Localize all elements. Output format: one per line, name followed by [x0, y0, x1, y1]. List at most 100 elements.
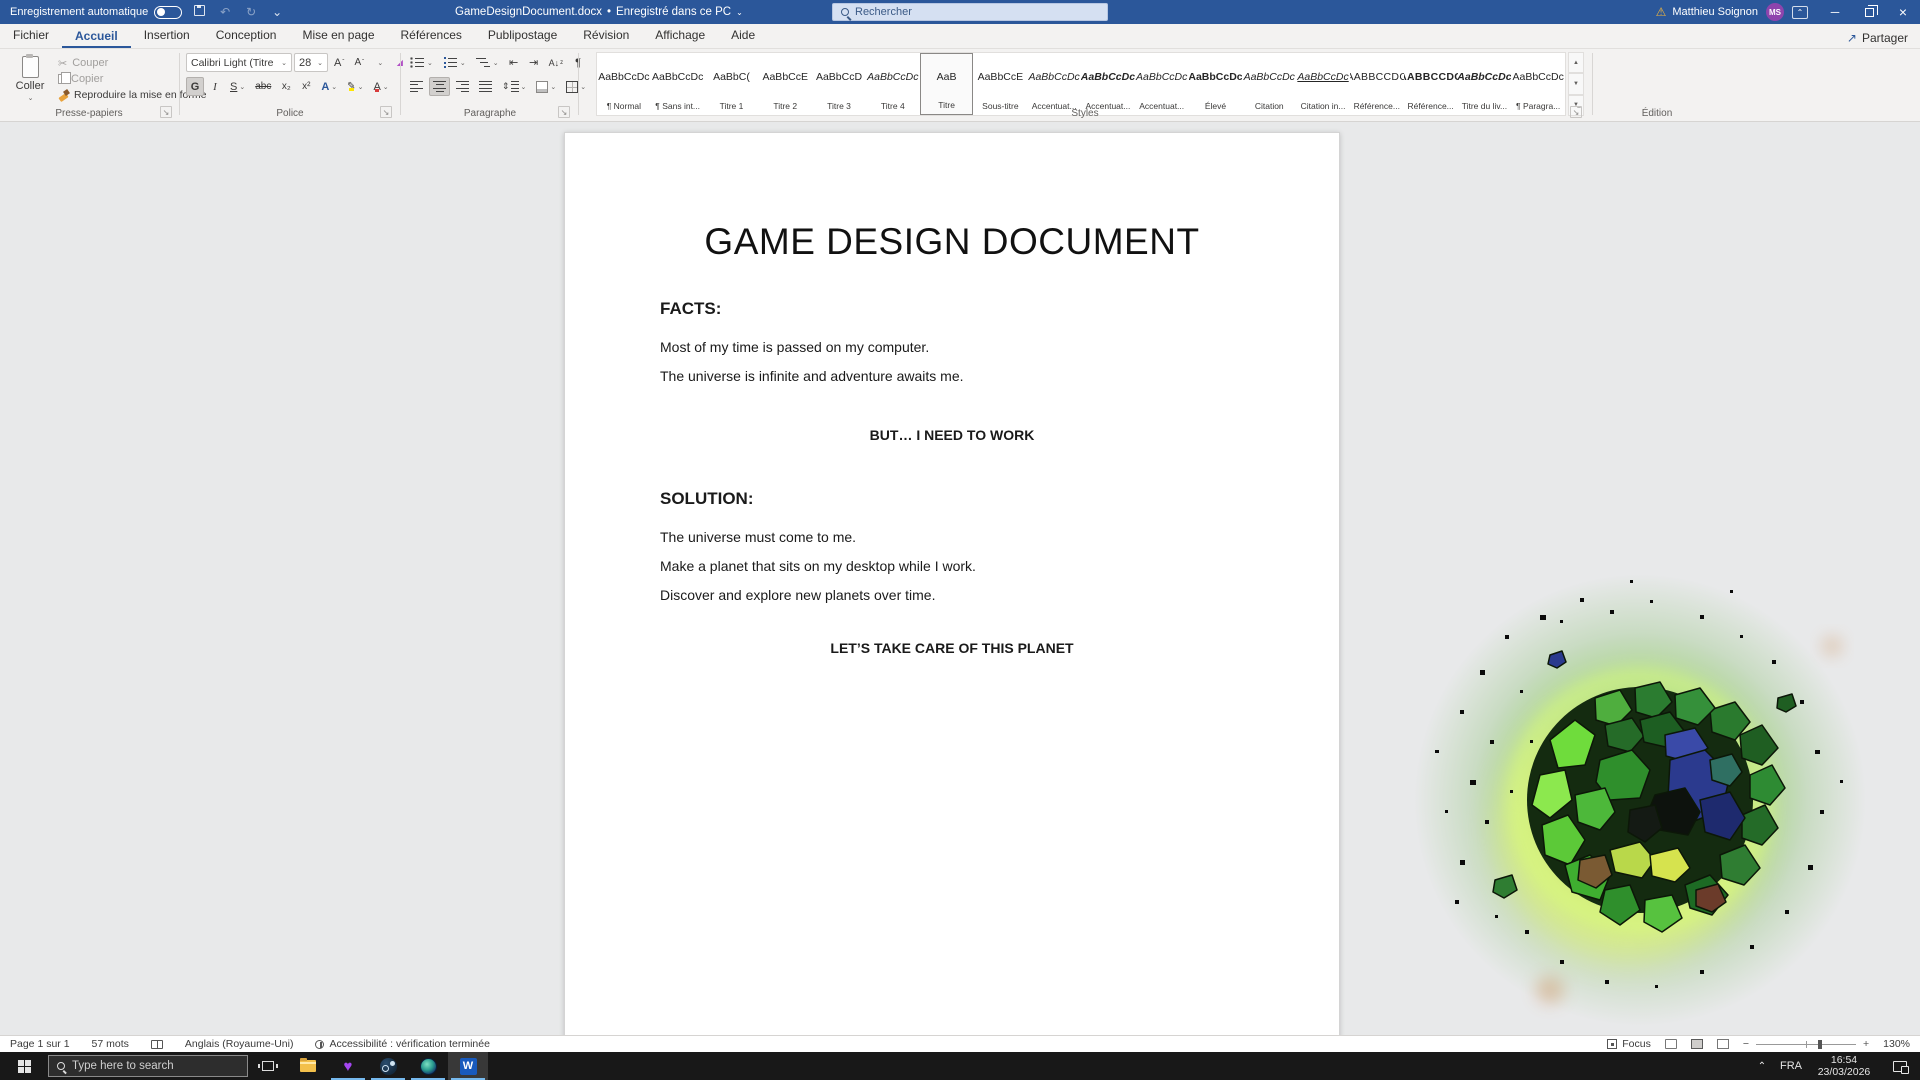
keyboard-language[interactable]: FRA [1774, 1060, 1808, 1072]
tab-affichage[interactable]: Affichage [642, 24, 718, 48]
multilevel-list-button[interactable]: ⌄ [472, 53, 503, 72]
gallery-up-icon[interactable]: ▲ [1568, 52, 1584, 74]
close-button[interactable]: × [1886, 0, 1920, 24]
bold-button[interactable]: G [186, 77, 204, 96]
subscript-button[interactable]: x₂ [277, 77, 295, 96]
style-titre-du-livre[interactable]: AaBbCcDc Titre du liv... [1458, 53, 1512, 115]
zoom-out-icon[interactable]: − [1743, 1038, 1749, 1050]
document-heading[interactable]: GAME DESIGN DOCUMENT [660, 221, 1244, 263]
tab-accueil[interactable]: Accueil [62, 25, 131, 48]
tab-references[interactable]: Références [388, 24, 475, 48]
wallpaper-app-button[interactable]: ♥ [328, 1052, 368, 1080]
sort-button[interactable]: A↓ z [545, 53, 568, 72]
decrease-indent-button[interactable]: ⇤ [505, 53, 523, 72]
share-button[interactable]: ↗ Partager [1847, 31, 1908, 45]
bullets-button[interactable]: ⌄ [406, 53, 437, 72]
task-view-button[interactable] [248, 1052, 288, 1080]
focus-mode-button[interactable]: Focus [1607, 1038, 1651, 1050]
autosave-toggle[interactable]: Enregistrement automatique [10, 5, 183, 19]
desktop-planet-widget[interactable] [1400, 560, 1880, 1035]
paragraph[interactable]: LET’S TAKE CARE OF THIS PLANET [660, 640, 1244, 656]
taskbar-search[interactable] [48, 1055, 248, 1077]
notification-center-button[interactable] [1880, 1052, 1920, 1080]
style-sans-interligne[interactable]: AaBbCcDc ¶ Sans int... [651, 53, 705, 115]
zoom-level[interactable]: 130% [1883, 1038, 1910, 1050]
font-family-select[interactable]: Calibri Light (Titre ⌄ [186, 53, 292, 72]
superscript-button[interactable]: x² [297, 77, 315, 96]
text-effects-button[interactable]: A ⌄ [317, 77, 341, 96]
clipboard-dialog-launcher[interactable]: ↘ [160, 106, 172, 118]
underline-button[interactable]: S ⌄ [226, 77, 249, 96]
shading-button[interactable]: ⌄ [532, 77, 560, 96]
print-layout-icon[interactable] [1690, 1039, 1703, 1049]
align-left-button[interactable] [406, 77, 427, 96]
zoom-in-icon[interactable]: + [1863, 1038, 1869, 1050]
gallery-down-icon[interactable]: ▼ [1568, 73, 1584, 95]
style-citation[interactable]: AaBbCcDc Citation [1242, 53, 1296, 115]
steam-button[interactable] [368, 1052, 408, 1080]
document-page[interactable]: GAME DESIGN DOCUMENT FACTS: Most of my t… [564, 132, 1340, 1035]
tab-conception[interactable]: Conception [203, 24, 290, 48]
undo-icon[interactable]: ↶ [216, 5, 234, 19]
save-icon[interactable] [190, 5, 208, 19]
tab-fichier[interactable]: Fichier [0, 24, 62, 48]
planet-app-button[interactable] [408, 1052, 448, 1080]
file-explorer-button[interactable] [288, 1052, 328, 1080]
read-mode-icon[interactable] [1664, 1039, 1677, 1049]
style-titre-4[interactable]: AaBbCcDc Titre 4 [866, 53, 920, 115]
style-titre-2[interactable]: AaBbCcE Titre 2 [758, 53, 812, 115]
taskbar-search-input[interactable] [72, 1060, 232, 1072]
accessibility-status[interactable]: Accessibilité : vérification terminée [315, 1038, 490, 1050]
paragraph-dialog-launcher[interactable]: ↘ [558, 106, 570, 118]
numbering-button[interactable]: ⌄ [439, 53, 470, 72]
page-indicator[interactable]: Page 1 sur 1 [10, 1038, 70, 1050]
highlight-button[interactable]: ✎ ⌄ [343, 77, 367, 96]
warning-icon[interactable]: ⚠ [1656, 5, 1667, 19]
tab-revision[interactable]: Révision [570, 24, 642, 48]
clock[interactable]: 16:54 23/03/2026 [1808, 1054, 1880, 1078]
style-reference-intense[interactable]: AABBCCDCRéférence... [1404, 53, 1458, 115]
paragraph[interactable]: Discover and explore new planets over ti… [660, 581, 1244, 610]
solution-heading[interactable]: SOLUTION: [660, 489, 1244, 509]
align-center-button[interactable] [429, 77, 450, 96]
web-layout-icon[interactable] [1716, 1039, 1729, 1049]
style-accentuation[interactable]: AaBbCcDc Accentuat... [1081, 53, 1135, 115]
italic-button[interactable]: I [206, 77, 224, 96]
font-dialog-launcher[interactable]: ↘ [380, 106, 392, 118]
tray-expand-chevron[interactable]: ⌃ [1750, 1061, 1774, 1072]
tab-publipostage[interactable]: Publipostage [475, 24, 570, 48]
style-accentuation-intense[interactable]: AaBbCcDc Accentuat... [1135, 53, 1189, 115]
tab-insertion[interactable]: Insertion [131, 24, 203, 48]
proofing-icon[interactable] [150, 1039, 163, 1049]
minimize-button[interactable]: ─ [1818, 0, 1852, 24]
paragraph[interactable]: BUT… I NEED TO WORK [660, 427, 1244, 443]
font-color-button[interactable]: A ⌄ [369, 77, 392, 96]
style-reference-legere[interactable]: AABBCCDC Référence... [1350, 53, 1404, 115]
change-case-button[interactable]: ⌄ [370, 53, 388, 72]
style-titre-3[interactable]: AaBbCcD Titre 3 [812, 53, 866, 115]
language-indicator[interactable]: Anglais (Royaume-Uni) [185, 1038, 294, 1050]
zoom-slider[interactable]: − + [1743, 1038, 1869, 1050]
style-citation-intense[interactable]: AaBbCcDc Citation in... [1296, 53, 1350, 115]
facts-heading[interactable]: FACTS: [660, 299, 1244, 319]
tab-mise-en-page[interactable]: Mise en page [289, 24, 387, 48]
style-eleve[interactable]: AaBbCcDc Élevé [1189, 53, 1243, 115]
paragraph[interactable]: Make a planet that sits on my desktop wh… [660, 552, 1244, 581]
grow-font-button[interactable]: Aˆ [330, 53, 348, 72]
style-paragraphe-liste[interactable]: AaBbCcDc ¶ Paragra... [1511, 53, 1565, 115]
paragraph[interactable]: Most of my time is passed on my computer… [660, 333, 1244, 362]
line-spacing-button[interactable]: ⇕ ⌄ [498, 77, 530, 96]
quick-access-menu-icon[interactable]: ⌄ [268, 5, 286, 19]
style-titre-1[interactable]: AaBbC(Titre 1 [705, 53, 759, 115]
justify-button[interactable] [475, 77, 496, 96]
style-titre-selected[interactable]: AaB Titre [919, 53, 974, 115]
document-title[interactable]: GameDesignDocument.docx • Enregistré dan… [455, 0, 743, 24]
restore-button[interactable] [1852, 0, 1886, 24]
paragraph[interactable]: The universe is infinite and adventure a… [660, 362, 1244, 391]
increase-indent-button[interactable]: ⇥ [525, 53, 543, 72]
search-input[interactable] [855, 6, 1075, 18]
style-sous-titre[interactable]: AaBbCcE Sous-titre [973, 53, 1027, 115]
user-name[interactable]: Matthieu Soignon [1672, 6, 1758, 18]
strikethrough-button[interactable]: abc [251, 77, 275, 96]
toggle-off-icon[interactable] [154, 5, 183, 19]
